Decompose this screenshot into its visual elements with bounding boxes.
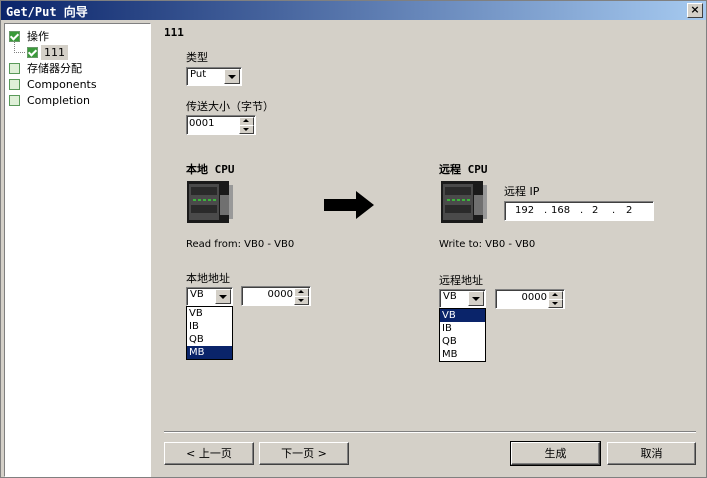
ip-dot: .	[612, 205, 616, 216]
checkbox-unchecked-icon	[9, 79, 20, 90]
checkbox-checked-icon	[27, 47, 38, 58]
checkbox-unchecked-icon	[9, 63, 20, 74]
checkbox-unchecked-icon	[9, 95, 20, 106]
checkbox-checked-icon	[9, 31, 20, 42]
remote-offset-value: 0000	[521, 292, 547, 303]
remote-write-range: Write to: VB0 - VB0	[439, 239, 536, 250]
local-area-select[interactable]: VB	[186, 287, 233, 306]
type-label: 类型	[186, 51, 208, 64]
local-cpu-heading: 本地 CPU	[186, 163, 235, 176]
close-icon: ×	[690, 3, 700, 16]
remote-area-value: VB	[443, 291, 457, 302]
arrow-right-icon	[324, 191, 374, 219]
spin-down-icon[interactable]	[239, 125, 254, 134]
ip-dot: .	[544, 205, 548, 216]
local-address-label: 本地地址	[186, 272, 230, 285]
dropdown-option-qb[interactable]: QB	[440, 335, 485, 348]
next-page-button[interactable]: 下一页 >	[259, 442, 349, 465]
tree-connector	[14, 42, 25, 53]
local-read-range: Read from: VB0 - VB0	[186, 239, 295, 250]
tree-item-label: Completion	[27, 94, 91, 107]
step-tree: 操作 111 存储器分配 Components Completion	[4, 23, 151, 477]
local-area-value: VB	[190, 289, 204, 300]
wizard-page: 111 类型 Put 传送大小（字节） 0001 本地 CPU Read fro…	[152, 23, 704, 477]
close-button[interactable]: ×	[687, 3, 703, 18]
chevron-down-icon[interactable]	[224, 69, 240, 84]
type-select-value: Put	[190, 69, 207, 80]
ip-octet-4[interactable]: 2	[626, 205, 632, 216]
dropdown-option-qb[interactable]: QB	[187, 333, 232, 346]
local-offset-value: 0000	[267, 289, 293, 300]
dropdown-option-ib[interactable]: IB	[187, 320, 232, 333]
remote-area-dropdown: VB IB QB MB	[439, 308, 486, 362]
tree-item-label: 操作	[27, 30, 49, 43]
spin-down-icon[interactable]	[548, 299, 563, 308]
remote-address-label: 远程地址	[439, 274, 483, 287]
page-title: 111	[164, 26, 184, 39]
remote-area-select[interactable]: VB	[439, 289, 486, 308]
wizard-window: Get/Put 向导 × 操作 111 存储器分配 Components Com…	[0, 0, 707, 478]
dropdown-option-mb[interactable]: MB	[440, 348, 485, 361]
title-bar[interactable]: Get/Put 向导 ×	[1, 1, 706, 20]
remote-plc-icon	[441, 181, 487, 223]
remote-cpu-heading: 远程 CPU	[439, 163, 488, 176]
cancel-button[interactable]: 取消	[607, 442, 696, 465]
transfer-size-value: 0001	[189, 118, 215, 129]
tree-item-label: 111	[41, 45, 68, 60]
transfer-size-stepper[interactable]: 0001	[186, 115, 256, 135]
type-select[interactable]: Put	[186, 67, 242, 86]
spin-down-icon[interactable]	[294, 296, 309, 305]
dropdown-option-vb[interactable]: VB	[440, 309, 485, 322]
finish-button[interactable]: 生成	[510, 441, 601, 466]
chevron-down-icon[interactable]	[468, 291, 484, 306]
local-offset-stepper[interactable]: 0000	[241, 286, 311, 306]
dropdown-option-mb[interactable]: MB	[187, 346, 232, 359]
remote-ip-input[interactable]: 192 . 168 . 2 . 2	[504, 201, 654, 221]
tree-item-label: Components	[27, 78, 97, 91]
ip-octet-3[interactable]: 2	[592, 205, 598, 216]
prev-page-button[interactable]: < 上一页	[164, 442, 254, 465]
dropdown-option-vb[interactable]: VB	[187, 307, 232, 320]
ip-octet-2[interactable]: 168	[551, 205, 570, 216]
remote-ip-label: 远程 IP	[504, 185, 540, 198]
window-title: Get/Put 向导	[6, 5, 88, 19]
chevron-down-icon[interactable]	[215, 289, 231, 304]
local-plc-icon	[187, 181, 233, 223]
button-separator	[164, 431, 696, 433]
transfer-size-label: 传送大小（字节）	[186, 100, 274, 113]
local-area-dropdown: VB IB QB MB	[186, 306, 233, 360]
remote-offset-stepper[interactable]: 0000	[495, 289, 565, 309]
ip-dot: .	[580, 205, 584, 216]
tree-item-label: 存储器分配	[27, 62, 82, 75]
ip-octet-1[interactable]: 192	[515, 205, 534, 216]
dropdown-option-ib[interactable]: IB	[440, 322, 485, 335]
